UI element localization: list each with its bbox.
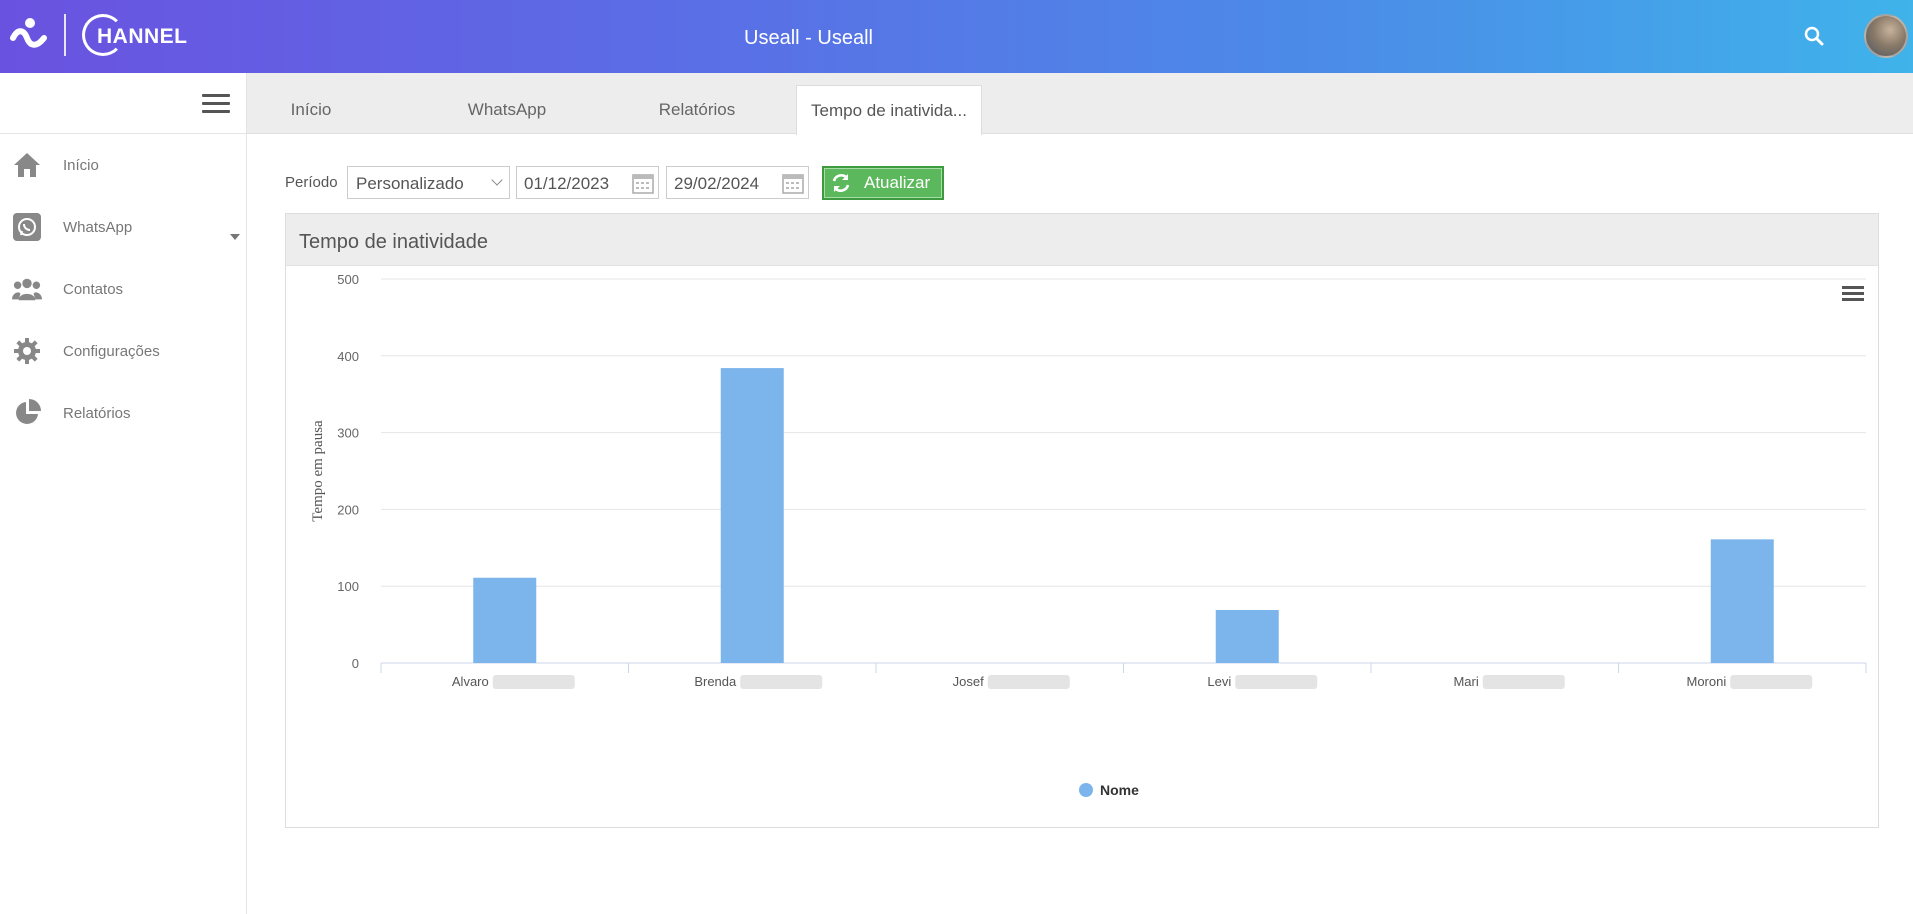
bar [720, 368, 784, 663]
periodo-select[interactable]: Personalizado [347, 166, 510, 199]
x-tick-label: Levi [1207, 674, 1231, 689]
atualizar-button[interactable]: Atualizar [822, 166, 944, 200]
x-tick-label: Josef [953, 674, 984, 689]
y-tick-label: 500 [337, 272, 359, 287]
bar [1710, 539, 1774, 663]
date-start-input[interactable]: 01/12/2023 [516, 166, 659, 199]
redacted-surname [987, 675, 1070, 689]
redacted-surname [1482, 675, 1565, 689]
gear-icon [12, 336, 42, 366]
y-tick-label: 100 [337, 579, 359, 594]
y-tick-label: 300 [337, 426, 359, 441]
search-icon[interactable] [1802, 24, 1826, 48]
chevron-down-icon [491, 174, 503, 186]
pie-chart-icon [12, 398, 42, 428]
legend-label: Nome [1100, 782, 1139, 798]
whatsapp-icon [12, 212, 42, 242]
calendar-icon[interactable] [632, 172, 654, 194]
bar [1215, 610, 1279, 663]
sidebar-item-label: Contatos [63, 280, 124, 298]
sidebar-item-label: Início [63, 156, 99, 174]
y-tick-label: 0 [352, 656, 359, 671]
home-icon [12, 150, 42, 180]
tab-inicio[interactable]: Início [261, 85, 361, 134]
redacted-surname [740, 675, 823, 689]
sidebar-item-label: Configurações [63, 342, 160, 360]
calendar-icon[interactable] [782, 172, 804, 194]
chart-panel: Tempo de inatividade 0 100 200 300 400 500 Tem… [285, 213, 1879, 828]
tab-relatorios[interactable]: Relatórios [637, 85, 757, 134]
refresh-icon [832, 174, 850, 192]
redacted-surname [1235, 675, 1318, 689]
menu-toggle-icon[interactable] [202, 94, 230, 114]
contacts-icon [12, 274, 42, 304]
sidebar-item-inicio[interactable]: Início [0, 134, 246, 196]
sidebar-item-whatsapp[interactable]: WhatsApp [0, 196, 246, 258]
x-tick-label: Mari [1453, 674, 1478, 689]
sidebar-item-label: Relatórios [63, 404, 131, 422]
periodo-select-value: Personalizado [356, 174, 464, 193]
y-axis-label: Tempo em pausa [310, 420, 326, 522]
atualizar-label: Atualizar [864, 173, 931, 192]
x-tick-label: Brenda [694, 674, 737, 689]
bar-chart: 0 100 200 300 400 500 Tempo em pausa Alvaro Bren… [310, 272, 1867, 798]
sidebar-top [0, 73, 246, 134]
tab-bar: Início WhatsApp Relatórios Tempo de inat… [247, 73, 1913, 135]
legend-marker [1079, 783, 1093, 797]
panel-title: Tempo de inatividade [286, 214, 1878, 266]
date-end-input[interactable]: 29/02/2024 [666, 166, 809, 199]
redacted-surname [492, 675, 575, 689]
date-end-value: 29/02/2024 [674, 174, 760, 193]
periodo-label: Período [285, 174, 338, 191]
tab-whatsapp[interactable]: WhatsApp [447, 85, 567, 134]
x-tick-label: Alvaro [452, 674, 489, 689]
bar [473, 577, 537, 663]
sidebar: Início WhatsApp Contatos Configurações R… [0, 73, 247, 914]
y-tick-label: 200 [337, 502, 359, 517]
date-start-value: 01/12/2023 [524, 174, 610, 193]
user-avatar[interactable] [1864, 14, 1908, 58]
sidebar-item-label: WhatsApp [63, 218, 133, 236]
chevron-down-icon [230, 234, 240, 240]
app-title: Useall - Useall [744, 27, 873, 49]
sidebar-item-configuracoes[interactable]: Configurações [0, 320, 246, 382]
redacted-surname [1730, 675, 1813, 689]
sidebar-item-contatos[interactable]: Contatos [0, 258, 246, 320]
tab-tempo-de-inatividade[interactable]: Tempo de inativida... [796, 85, 982, 135]
y-tick-label: 400 [337, 349, 359, 364]
top-bar: HANNEL Useall - Useall [0, 0, 1913, 73]
x-tick-label: Moroni [1687, 674, 1727, 689]
sidebar-item-relatorios[interactable]: Relatórios [0, 382, 246, 444]
